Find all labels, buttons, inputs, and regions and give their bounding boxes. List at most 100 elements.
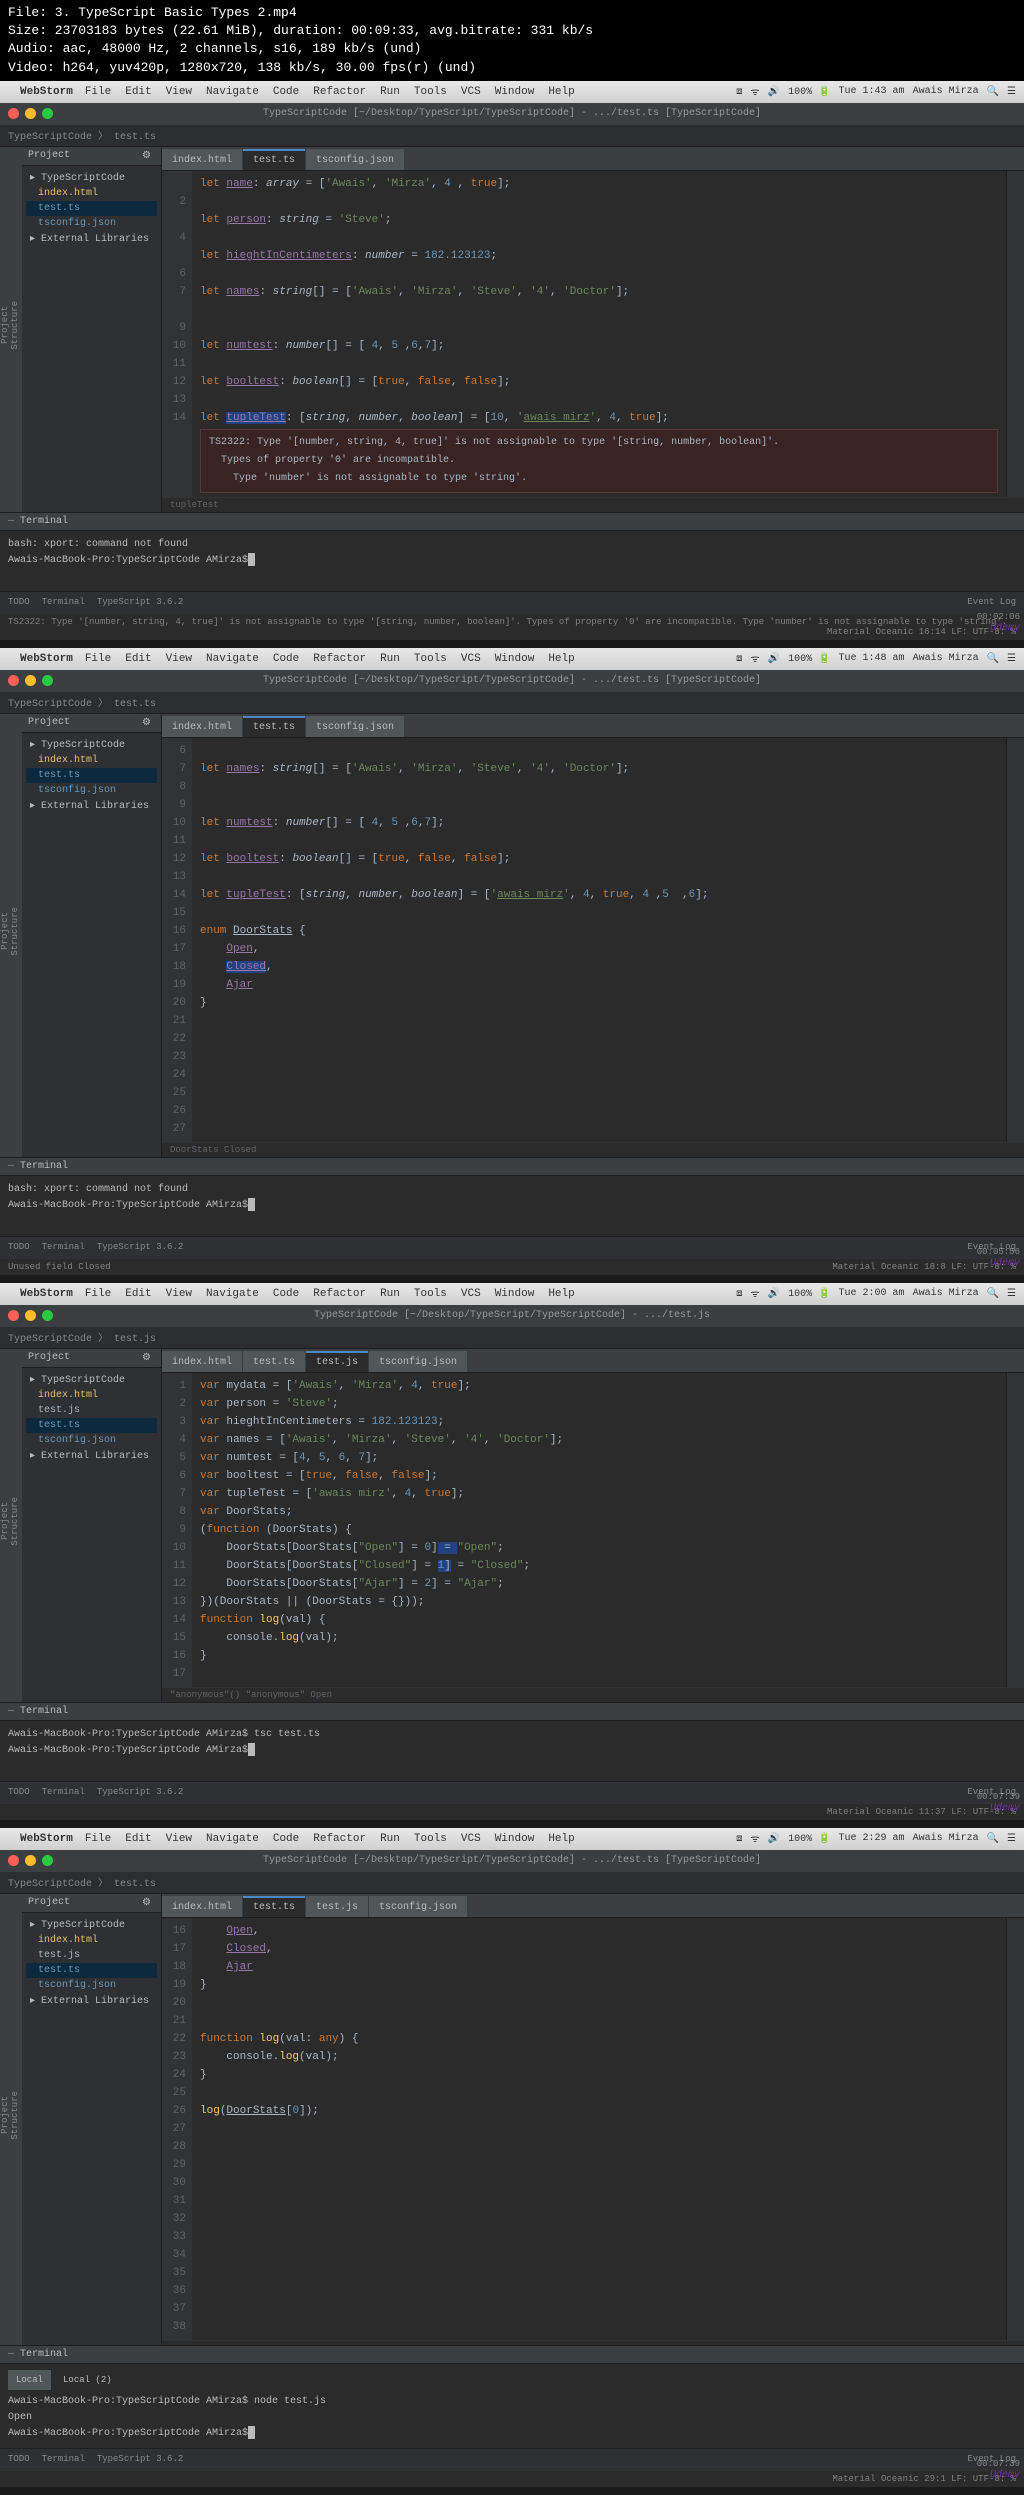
editor-tab-test-ts[interactable]: test.ts xyxy=(243,1896,305,1917)
close-window-icon[interactable] xyxy=(8,108,19,119)
battery-status[interactable]: 100% 🔋 xyxy=(788,653,830,665)
editor-tab-test-ts[interactable]: test.ts xyxy=(243,716,305,737)
editor-tab-index-html[interactable]: index.html xyxy=(162,1896,242,1917)
notification-icon[interactable]: ☰ xyxy=(1007,653,1016,665)
tree-item-index-html[interactable]: index.html xyxy=(26,186,157,201)
terminal-header[interactable]: —Terminal xyxy=(0,1157,1024,1176)
terminal-panel[interactable]: bash: xport: command not foundAwais-MacB… xyxy=(0,1176,1024,1236)
menu-navigate[interactable]: Navigate xyxy=(206,1288,259,1300)
clock[interactable]: Tue 2:29 am xyxy=(839,1833,905,1844)
error-stripe[interactable] xyxy=(1006,1373,1024,1687)
code-editor[interactable]: Open, Closed, Ajar } function log(val: a… xyxy=(192,1918,1006,2340)
maximize-window-icon[interactable] xyxy=(42,675,53,686)
terminal-tab[interactable]: Local xyxy=(8,2370,51,2390)
project-tool-button[interactable]: Project xyxy=(0,306,10,344)
status-item[interactable]: TODO xyxy=(8,597,30,607)
menu-file[interactable]: File xyxy=(85,1833,111,1845)
search-icon[interactable]: 🔍 xyxy=(987,1833,999,1845)
menu-window[interactable]: Window xyxy=(495,86,535,98)
menu-refactor[interactable]: Refactor xyxy=(313,86,366,98)
status-item[interactable]: Terminal xyxy=(42,597,85,607)
close-window-icon[interactable] xyxy=(8,1310,19,1321)
menu-tools[interactable]: Tools xyxy=(414,86,447,98)
battery-status[interactable]: 100% 🔋 xyxy=(788,86,830,98)
structure-tool-button[interactable]: Structure xyxy=(10,1497,20,1546)
menu-edit[interactable]: Edit xyxy=(125,86,151,98)
tree-item-external-libraries[interactable]: ▸ External Libraries xyxy=(26,1993,157,2009)
tree-item-typescriptcode[interactable]: ▸ TypeScriptCode xyxy=(26,1372,157,1388)
status-item[interactable]: TypeScript 3.6.2 xyxy=(97,1242,183,1252)
menu-help[interactable]: Help xyxy=(548,653,574,665)
menu-view[interactable]: View xyxy=(166,1833,192,1845)
project-tool-button[interactable]: Project xyxy=(0,1502,10,1540)
terminal-header[interactable]: —Terminal xyxy=(0,2345,1024,2364)
breadcrumb[interactable]: TypeScriptCode 〉 test.ts xyxy=(8,694,156,710)
menu-vcs[interactable]: VCS xyxy=(461,1833,481,1845)
menu-edit[interactable]: Edit xyxy=(125,653,151,665)
clock[interactable]: Tue 1:43 am xyxy=(839,86,905,97)
menu-navigate[interactable]: Navigate xyxy=(206,1833,259,1845)
status-item[interactable]: TypeScript 3.6.2 xyxy=(97,1787,183,1797)
editor-tab-test-js[interactable]: test.js xyxy=(306,1351,368,1372)
menu-help[interactable]: Help xyxy=(548,1833,574,1845)
gear-icon[interactable]: ⚙ xyxy=(142,717,151,729)
menu-edit[interactable]: Edit xyxy=(125,1288,151,1300)
breadcrumb[interactable]: TypeScriptCode 〉 test.js xyxy=(8,1329,156,1345)
volume-icon[interactable]: 🔊 xyxy=(768,86,780,98)
menu-refactor[interactable]: Refactor xyxy=(313,1833,366,1845)
volume-icon[interactable]: 🔊 xyxy=(768,1833,780,1845)
editor-tab-test-ts[interactable]: test.ts xyxy=(243,149,305,170)
wifi-icon[interactable]: ᯤ xyxy=(750,1286,759,1301)
gear-icon[interactable]: ⚙ xyxy=(142,150,151,162)
dropbox-icon[interactable]: ⧈ xyxy=(736,86,742,98)
volume-icon[interactable]: 🔊 xyxy=(768,653,780,665)
minimize-window-icon[interactable] xyxy=(25,108,36,119)
terminal-tab[interactable]: Local (2) xyxy=(55,2370,120,2390)
terminal-panel[interactable]: Awais-MacBook-Pro:TypeScriptCode AMirza$… xyxy=(0,1721,1024,1781)
project-panel-header[interactable]: Project ⚙ xyxy=(22,1894,161,1913)
menu-file[interactable]: File xyxy=(85,1288,111,1300)
editor-tab-tsconfig-json[interactable]: tsconfig.json xyxy=(306,716,404,737)
editor-tab-tsconfig-json[interactable]: tsconfig.json xyxy=(369,1896,467,1917)
error-stripe[interactable] xyxy=(1006,738,1024,1142)
tree-item-typescriptcode[interactable]: ▸ TypeScriptCode xyxy=(26,170,157,186)
editor-tab-index-html[interactable]: index.html xyxy=(162,1351,242,1372)
menu-run[interactable]: Run xyxy=(380,1833,400,1845)
menu-view[interactable]: View xyxy=(166,86,192,98)
tree-item-test-ts[interactable]: test.ts xyxy=(26,768,157,783)
project-panel-header[interactable]: Project ⚙ xyxy=(22,714,161,733)
status-item[interactable]: TODO xyxy=(8,1787,30,1797)
editor-tab-test-ts[interactable]: test.ts xyxy=(243,1351,305,1372)
menu-vcs[interactable]: VCS xyxy=(461,86,481,98)
menu-tools[interactable]: Tools xyxy=(414,1288,447,1300)
editor-tab-tsconfig-json[interactable]: tsconfig.json xyxy=(306,149,404,170)
wifi-icon[interactable]: ᯤ xyxy=(750,651,759,666)
status-item[interactable]: Terminal xyxy=(42,2454,85,2464)
project-panel-header[interactable]: Project ⚙ xyxy=(22,147,161,166)
breadcrumb[interactable]: TypeScriptCode 〉 test.ts xyxy=(8,127,156,143)
tree-item-test-js[interactable]: test.js xyxy=(26,1403,157,1418)
minimize-window-icon[interactable] xyxy=(25,675,36,686)
editor-tab-test-js[interactable]: test.js xyxy=(306,1896,368,1917)
status-item[interactable]: Terminal xyxy=(42,1787,85,1797)
menu-vcs[interactable]: VCS xyxy=(461,653,481,665)
close-window-icon[interactable] xyxy=(8,1855,19,1866)
wifi-icon[interactable]: ᯤ xyxy=(750,84,759,99)
menu-window[interactable]: Window xyxy=(495,1288,535,1300)
menu-edit[interactable]: Edit xyxy=(125,1833,151,1845)
user-menu[interactable]: Awais Mirza xyxy=(913,1833,979,1844)
tree-item-typescriptcode[interactable]: ▸ TypeScriptCode xyxy=(26,737,157,753)
dropbox-icon[interactable]: ⧈ xyxy=(736,1288,742,1300)
search-icon[interactable]: 🔍 xyxy=(987,1288,999,1300)
tree-item-tsconfig-json[interactable]: tsconfig.json xyxy=(26,1978,157,1993)
status-item[interactable]: TypeScript 3.6.2 xyxy=(97,597,183,607)
error-stripe[interactable] xyxy=(1006,1918,1024,2340)
search-icon[interactable]: 🔍 xyxy=(987,86,999,98)
notification-icon[interactable]: ☰ xyxy=(1007,1833,1016,1845)
battery-status[interactable]: 100% 🔋 xyxy=(788,1833,830,1845)
menu-tools[interactable]: Tools xyxy=(414,1833,447,1845)
menu-file[interactable]: File xyxy=(85,653,111,665)
user-menu[interactable]: Awais Mirza xyxy=(913,86,979,97)
tree-item-test-ts[interactable]: test.ts xyxy=(26,1963,157,1978)
menu-tools[interactable]: Tools xyxy=(414,653,447,665)
